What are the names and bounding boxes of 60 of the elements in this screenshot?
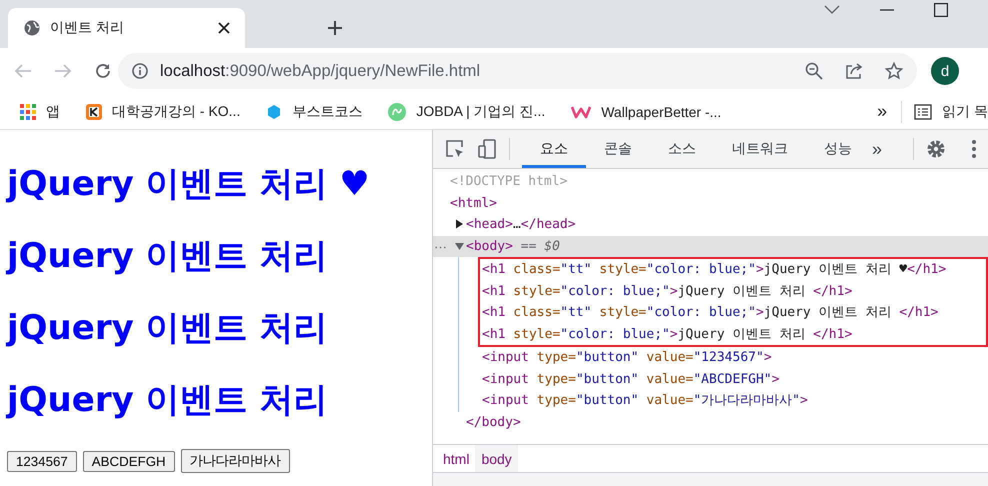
- dom-line[interactable]: <h1 style="color: blue;">jQuery 이벤트 처리 </h1>: [480, 324, 986, 345]
- selection-marker: ···: [434, 238, 447, 256]
- dom-line[interactable]: <h1 style="color: blue;">jQuery 이벤트 처리 </h1>: [480, 280, 986, 302]
- devtools-tab[interactable]: 요소: [522, 130, 586, 168]
- apps-grid-icon[interactable]: [20, 104, 36, 120]
- dom-line[interactable]: <input type="button" value="1234567">: [459, 347, 988, 368]
- triangle-down-icon[interactable]: [454, 240, 466, 251]
- plus-icon[interactable]: [327, 20, 343, 36]
- url-text: localhost:9090/webApp/jquery/NewFile.html: [160, 62, 482, 80]
- dom-line[interactable]: <h1 class="tt" style="color: blue;">jQuery 이벤트 처리 ♥</h1>: [480, 259, 986, 280]
- chevron-down-icon[interactable]: [824, 5, 840, 15]
- bookmark[interactable]: 앱: [20, 102, 60, 120]
- reading-list[interactable]: 읽기 목: [914, 102, 988, 120]
- globe-icon: [24, 20, 40, 36]
- dom-line[interactable]: </body>: [433, 412, 988, 433]
- bookmark[interactable]: JOBDA | 기업의 진...: [388, 102, 546, 120]
- devtools-tab[interactable]: 네트워크: [714, 130, 806, 168]
- bookmark[interactable]: 대학공개강의 - KO...: [86, 102, 240, 120]
- close-icon[interactable]: [217, 21, 231, 35]
- zoom-out-icon[interactable]: [805, 62, 823, 80]
- zigzag-icon: [571, 104, 592, 118]
- maximize-icon[interactable]: [934, 3, 948, 17]
- page-heading: jQuery 이벤트 처리 ♥: [7, 164, 371, 204]
- swirl-circle-icon: [388, 102, 406, 120]
- tabs-overflow[interactable]: »: [872, 138, 882, 160]
- tab-title: 이벤트 처리: [50, 19, 125, 37]
- dom-line[interactable]: <h1 class="tt" style="color: blue;">jQuery 이벤트 처리 </h1>: [480, 302, 986, 324]
- dom-line[interactable]: <input type="button" value="가나다라마바사">: [459, 390, 988, 412]
- k-logo-icon: [86, 104, 102, 120]
- dom-line[interactable]: <input type="button" value="ABCDEFGH">: [459, 368, 988, 390]
- page-heading: jQuery 이벤트 처리: [7, 308, 328, 348]
- settings-icon[interactable]: [926, 139, 946, 159]
- browser-tab[interactable]: 이벤트 처리: [8, 8, 245, 48]
- list-icon: [914, 104, 932, 120]
- profile-avatar[interactable]: d: [931, 57, 959, 85]
- dom-line[interactable]: <html>: [433, 192, 988, 214]
- minimize-icon[interactable]: [880, 9, 894, 11]
- address-bar[interactable]: localhost:9090/webApp/jquery/NewFile.html: [118, 53, 917, 89]
- page-heading: jQuery 이벤트 처리: [7, 380, 328, 420]
- page-heading: jQuery 이벤트 처리: [7, 236, 328, 276]
- devtools-tab[interactable]: 소스: [650, 130, 714, 168]
- page-button[interactable]: 1234567: [7, 450, 77, 472]
- devtools-tab[interactable]: 콘솔: [586, 130, 650, 168]
- device-icon[interactable]: [477, 139, 497, 159]
- bookmarks-overflow[interactable]: »: [877, 101, 888, 122]
- page-button[interactable]: ABCDEFGH: [82, 450, 175, 472]
- dom-line[interactable]: <head>…</head>: [433, 214, 988, 236]
- inspect-icon[interactable]: [445, 139, 465, 159]
- devtools-tab[interactable]: 성능: [806, 130, 870, 168]
- breadcrumb[interactable]: html: [437, 445, 476, 472]
- star-icon[interactable]: [885, 62, 903, 80]
- page-button[interactable]: 가나다라마바사: [180, 449, 290, 473]
- share-icon[interactable]: [845, 62, 863, 80]
- breadcrumb[interactable]: body: [475, 445, 518, 472]
- more-options-icon[interactable]: [972, 140, 976, 158]
- bookmark[interactable]: 부스트코스: [266, 102, 362, 120]
- info-icon: [132, 63, 148, 79]
- hexagon-icon: [266, 104, 282, 120]
- bookmark[interactable]: WallpaperBetter -...: [571, 104, 722, 120]
- reload-icon[interactable]: [94, 62, 112, 80]
